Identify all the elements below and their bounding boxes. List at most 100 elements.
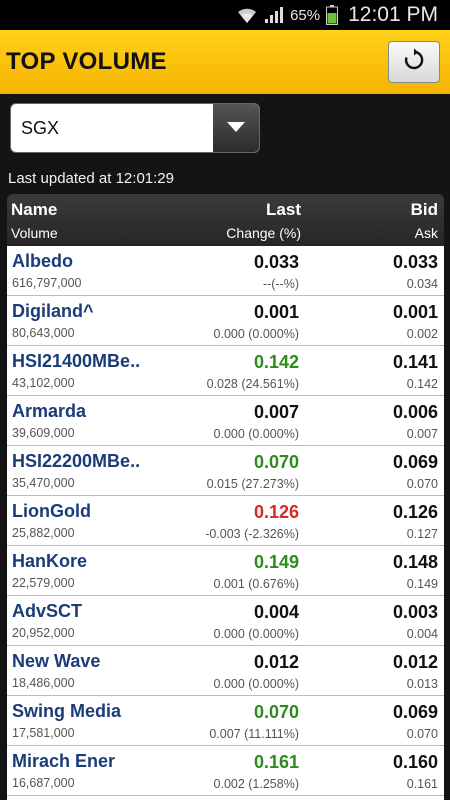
stock-volume: 39,609,000 <box>12 426 75 440</box>
stock-name: AdvSCT <box>12 601 83 621</box>
stock-ask: 0.013 <box>406 677 438 691</box>
stock-ask: 0.142 <box>406 377 438 391</box>
stock-change: 0.007 (11.111%) <box>209 727 299 741</box>
stock-change: -0.003 (-2.326%) <box>205 527 299 541</box>
exchange-selected-value: SGX <box>21 117 60 138</box>
stock-row[interactable]: Albedo 616,797,000 0.033 --(--%) 0.033 0.034 <box>7 246 444 296</box>
stock-ask: 0.127 <box>406 527 438 541</box>
stock-bid: 0.001 <box>392 302 438 322</box>
stock-last-price: 0.012 <box>253 652 299 672</box>
stock-change: 0.015 (27.273%) <box>206 477 299 491</box>
chevron-down-icon <box>227 119 245 137</box>
refresh-button[interactable] <box>388 41 440 83</box>
column-header-ask: Ask <box>414 225 438 241</box>
stock-ask: 0.002 <box>406 327 438 341</box>
stock-name: New Wave <box>12 651 101 671</box>
stock-row[interactable]: Armarda 39,609,000 0.007 0.000 (0.000%) 0.00… <box>7 396 444 446</box>
stock-last-price: 0.142 <box>253 352 299 372</box>
stock-volume: 16,687,000 <box>12 776 75 790</box>
stock-list: Albedo 616,797,000 0.033 --(--%) 0.033 0.034 D… <box>7 246 444 800</box>
stock-name: HSI21400MBe.. <box>12 351 141 371</box>
stock-last-price: 0.149 <box>253 552 299 572</box>
stock-bid: 0.033 <box>392 252 438 272</box>
stock-last-price: 0.007 <box>253 402 299 422</box>
stock-name: Swing Media <box>12 701 122 721</box>
stock-change: 0.000 (0.000%) <box>213 677 299 691</box>
stock-name: HanKore <box>12 551 88 571</box>
battery-icon <box>326 5 339 25</box>
stock-row[interactable]: HanKore 22,579,000 0.149 0.001 (0.676%) 0.14… <box>7 546 444 596</box>
stock-last-price: 0.070 <box>253 702 299 722</box>
stock-last-price: 0.161 <box>253 752 299 772</box>
stock-change: 0.002 (1.258%) <box>213 777 299 791</box>
stock-volume: 20,952,000 <box>12 626 75 640</box>
stock-volume: 80,643,000 <box>12 326 75 340</box>
stock-name: HSI22200MBe.. <box>12 451 141 471</box>
stock-name: Mirach Ener <box>12 751 116 771</box>
table-header: Name Last Bid Volume Change (%) Ask <box>7 194 444 246</box>
page-title: TOP VOLUME <box>6 48 167 75</box>
stock-last-price: 0.126 <box>253 502 299 522</box>
stock-ask: 0.149 <box>406 577 438 591</box>
battery-percent: 65% <box>290 6 321 24</box>
stock-change: 0.000 (0.000%) <box>213 427 299 441</box>
stock-row[interactable]: HSI22200MBe.. 35,470,000 0.070 0.015 (27.27… <box>7 446 444 496</box>
stock-change: 0.000 (0.000%) <box>213 627 299 641</box>
stock-ask: 0.070 <box>406 477 438 491</box>
refresh-icon <box>402 48 426 77</box>
stock-change: --(--%) <box>262 277 299 291</box>
stock-ask: 0.070 <box>406 727 438 741</box>
stock-volume: 22,579,000 <box>12 576 75 590</box>
stock-change: 0.000 (0.000%) <box>213 327 299 341</box>
stock-name: Digiland^ <box>12 301 94 321</box>
column-header-name: Name <box>11 200 58 219</box>
stock-bid: 0.006 <box>392 402 438 422</box>
stock-name: Armarda <box>12 401 87 421</box>
stock-row[interactable]: HSI21400MBe.. 43,102,000 0.142 0.028 (24.56… <box>7 346 444 396</box>
stock-ask: 0.007 <box>406 427 438 441</box>
stock-ask: 0.034 <box>406 277 438 291</box>
stock-ask: 0.004 <box>406 627 438 641</box>
stock-volume: 616,797,000 <box>12 276 82 290</box>
stock-ask: 0.161 <box>406 777 438 791</box>
status-bar: 65% 12:01 PM <box>0 0 450 30</box>
column-header-last: Last <box>266 200 301 219</box>
stock-bid: 0.003 <box>392 602 438 622</box>
wifi-icon <box>236 6 258 24</box>
stock-last-price: 0.001 <box>253 302 299 322</box>
stock-change: 0.001 (0.676%) <box>213 577 299 591</box>
stock-volume: 17,581,000 <box>12 726 75 740</box>
stock-name: LionGold <box>12 501 91 521</box>
stock-bid: 0.012 <box>392 652 438 672</box>
column-header-bid: Bid <box>410 200 438 219</box>
exchange-dropdown[interactable]: SGX <box>10 103 260 153</box>
stock-bid: 0.148 <box>392 552 438 572</box>
stock-volume: 18,486,000 <box>12 676 75 690</box>
column-header-change: Change (%) <box>226 225 301 241</box>
stock-last-price: 0.004 <box>253 602 299 622</box>
app-header: TOP VOLUME <box>0 30 450 94</box>
stock-bid: 0.126 <box>392 502 438 522</box>
stock-row[interactable]: AdvSCT 20,952,000 0.004 0.000 (0.000%) 0.003… <box>7 596 444 646</box>
stock-volume: 43,102,000 <box>12 376 75 390</box>
stock-row[interactable]: New Wave 18,486,000 0.012 0.000 (0.000%) 0.0… <box>7 646 444 696</box>
last-updated-text: Last updated at 12:01:29 <box>8 170 174 187</box>
stock-bid: 0.069 <box>392 452 438 472</box>
stock-bid: 0.069 <box>392 702 438 722</box>
stock-last-price: 0.033 <box>253 252 299 272</box>
stock-bid: 0.141 <box>392 352 438 372</box>
stock-bid: 0.160 <box>392 752 438 772</box>
stock-row[interactable]: Mirach Ener 16,687,000 0.161 0.002 (1.258%)… <box>7 746 444 796</box>
stock-row[interactable]: Swing Media 17,581,000 0.070 0.007 (11.111%… <box>7 696 444 746</box>
dropdown-toggle[interactable] <box>213 104 259 152</box>
clock: 12:01 PM <box>348 3 438 26</box>
stock-change: 0.028 (24.561%) <box>206 377 299 391</box>
stock-volume: 35,470,000 <box>12 476 75 490</box>
stock-last-price: 0.070 <box>253 452 299 472</box>
stock-row[interactable]: LionGold 25,882,000 0.126 -0.003 (-2.326%) 0… <box>7 496 444 546</box>
stock-name: Albedo <box>12 251 73 271</box>
column-header-volume: Volume <box>11 225 58 241</box>
stock-volume: 25,882,000 <box>12 526 75 540</box>
stock-row[interactable]: Digiland^ 80,643,000 0.001 0.000 (0.000%) 0.… <box>7 296 444 346</box>
signal-icon <box>264 6 284 24</box>
